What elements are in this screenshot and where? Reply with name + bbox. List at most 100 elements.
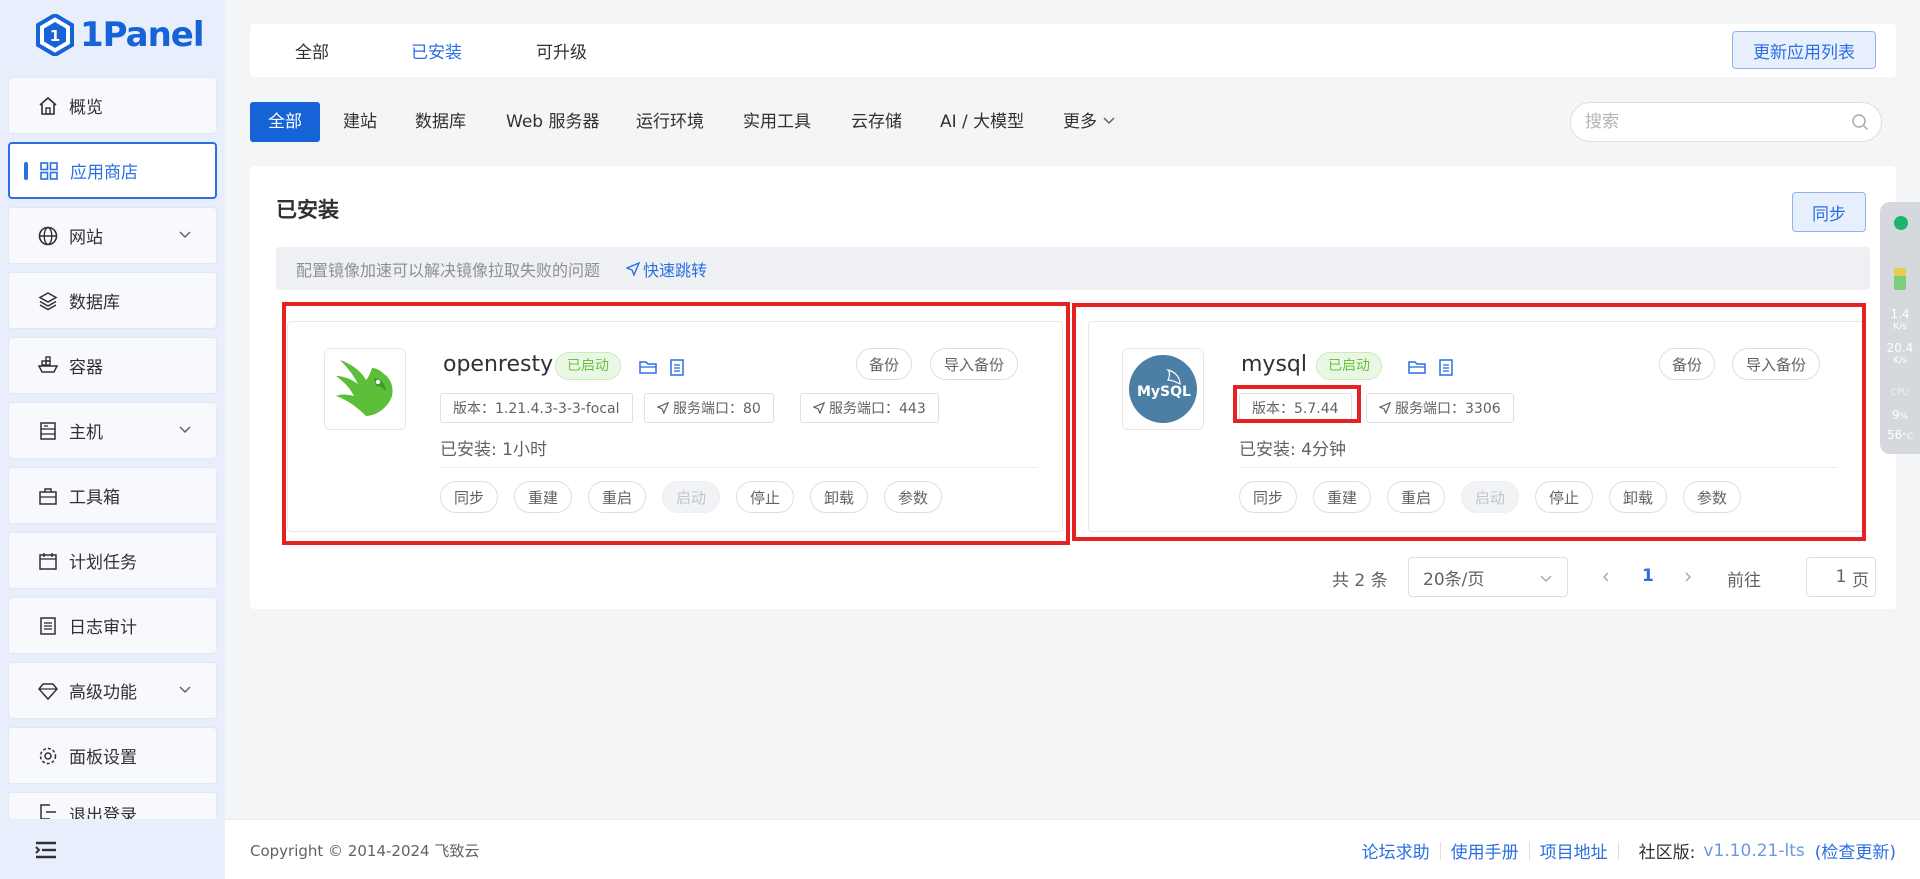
quick-jump-label: 快速跳转 [643,260,708,280]
temp-unit: °C [1902,432,1914,442]
category-cloud-storage[interactable]: 云存储 [851,102,902,142]
edition-label: 社区版: [1638,843,1696,863]
temperature-value: 56°C [1880,428,1920,442]
sidebar-item-label: 面板设置 [69,748,137,768]
sidebar-item-containers[interactable]: 容器 [8,337,217,394]
page-number-current[interactable]: 1 [1642,566,1654,586]
net-down-value: 20.4 [1886,341,1914,355]
svg-text:1: 1 [50,27,60,45]
diamond-icon [37,680,59,702]
category-website[interactable]: 建站 [343,102,377,142]
brand-logo[interactable]: 1 1Panel [36,12,205,58]
chevron-down-icon [1540,575,1552,583]
tab-upgradable[interactable]: 可升级 [536,38,587,63]
cpu-label: CPU [1890,388,1910,398]
category-web-server[interactable]: Web 服务器 [506,102,599,142]
cpu-number: 9 [1891,408,1900,422]
sync-button[interactable]: 同步 [1792,192,1866,232]
sidebar-item-settings[interactable]: 面板设置 [8,727,217,784]
tab-installed[interactable]: 已安装 [411,38,462,63]
search-icon[interactable] [1851,113,1869,131]
search-box [1570,102,1882,142]
manual-link[interactable]: 使用手册 [1441,838,1529,863]
copyright: Copyright © 2014-2024 飞致云 [250,842,480,860]
category-database[interactable]: 数据库 [415,102,466,142]
sidebar-item-cron[interactable]: 计划任务 [8,532,217,589]
sidebar-item-label: 概览 [69,98,103,118]
category-runtime[interactable]: 运行环境 [636,102,704,142]
search-input[interactable] [1585,103,1835,141]
container-ship-icon [37,355,59,377]
chevron-down-icon [179,686,191,694]
page-size-value: 20条/页 [1423,569,1485,590]
sidebar-item-host[interactable]: 主机 [8,402,217,459]
temp-number: 56 [1886,428,1903,442]
quick-jump-link[interactable]: 快速跳转 [626,257,707,281]
prev-page-icon[interactable] [1600,571,1612,583]
chevron-down-icon [1103,117,1115,125]
refresh-app-list-button[interactable]: 更新应用列表 [1732,31,1876,69]
panel-title: 已安装 [276,198,339,222]
memory-bar [1894,268,1906,290]
pagination-total: 共 2 条 [1332,571,1388,591]
sidebar-item-app-store[interactable]: 应用商店 [8,142,217,199]
project-link[interactable]: 项目地址 [1530,838,1618,863]
notice-text: 配置镜像加速可以解决镜像拉取失败的问题 [296,260,601,280]
status-dot [1894,216,1908,230]
gear-icon [37,745,59,767]
sidebar-item-label: 容器 [69,358,103,378]
category-filter: 全部 建站 数据库 Web 服务器 运行环境 实用工具 云存储 AI / 大模型… [250,102,1150,142]
page-suffix: 页 [1852,571,1869,591]
category-tools[interactable]: 实用工具 [743,102,811,142]
net-up-value: 1.4 [1890,307,1910,321]
sidebar-item-label: 高级功能 [69,683,137,703]
sidebar-item-logs[interactable]: 日志审计 [8,597,217,654]
brand-name: 1Panel [80,15,205,55]
top-tabs-bar: 全部 已安装 可升级 更新应用列表 [250,24,1896,77]
collapse-menu-icon[interactable] [34,840,58,860]
sidebar-item-label: 应用商店 [70,163,138,183]
sidebar-item-database[interactable]: 数据库 [8,272,217,329]
layers-icon [37,290,59,312]
version-text: v1.10.21-lts [1703,840,1805,861]
sidebar-item-toolbox[interactable]: 工具箱 [8,467,217,524]
category-all[interactable]: 全部 [250,102,320,142]
sidebar-footer [0,819,225,879]
send-icon [626,261,641,276]
page-size-select[interactable]: 20条/页 [1408,557,1568,597]
chevron-down-icon [179,231,191,239]
sidebar-item-label: 计划任务 [69,553,137,573]
forum-link[interactable]: 论坛求助 [1352,838,1440,863]
active-indicator [24,162,28,180]
sidebar-item-website[interactable]: 网站 [8,207,217,264]
toolbox-icon [37,485,59,507]
sidebar: 1 1Panel 概览 应用商店 网站 数据库 容器 主机 工具箱 计划任务 日… [0,0,225,879]
net-up-unit: K/s [1893,322,1907,332]
highlight-box [1233,385,1361,423]
category-ai[interactable]: AI / 大模型 [940,102,1024,142]
category-more[interactable]: 更多 [1063,102,1116,142]
log-icon [37,615,59,637]
logo-hexagon-icon: 1 [36,14,74,56]
sidebar-item-label: 日志审计 [69,618,137,638]
check-update-link[interactable]: (检查更新) [1805,838,1896,863]
next-page-icon[interactable] [1682,571,1694,583]
system-monitor-widget[interactable]: 1.4 K/s 20.4 K/s CPU 9% 56°C [1880,202,1920,454]
grid-icon [38,160,60,182]
globe-icon [37,225,59,247]
goto-label: 前往 [1727,571,1761,591]
sidebar-item-label: 主机 [69,423,103,443]
sidebar-item-logout[interactable]: 退出登录 [8,792,217,822]
tab-all[interactable]: 全部 [295,38,329,63]
sidebar-menu: 概览 应用商店 网站 数据库 容器 主机 工具箱 计划任务 日志审计 高级功能 … [8,77,217,830]
footer: Copyright © 2014-2024 飞致云 论坛求助 使用手册 项目地址… [225,819,1920,879]
chevron-down-icon [179,426,191,434]
sidebar-item-overview[interactable]: 概览 [8,77,217,134]
sidebar-item-advanced[interactable]: 高级功能 [8,662,217,719]
highlight-box [1072,303,1866,541]
highlight-box [282,302,1070,545]
footer-links: 论坛求助 使用手册 项目地址 社区版: v1.10.21-lts (检查更新) [1352,838,1896,864]
mirror-notice: 配置镜像加速可以解决镜像拉取失败的问题 快速跳转 [276,247,1870,290]
calendar-icon [37,550,59,572]
category-more-label: 更多 [1063,112,1097,132]
